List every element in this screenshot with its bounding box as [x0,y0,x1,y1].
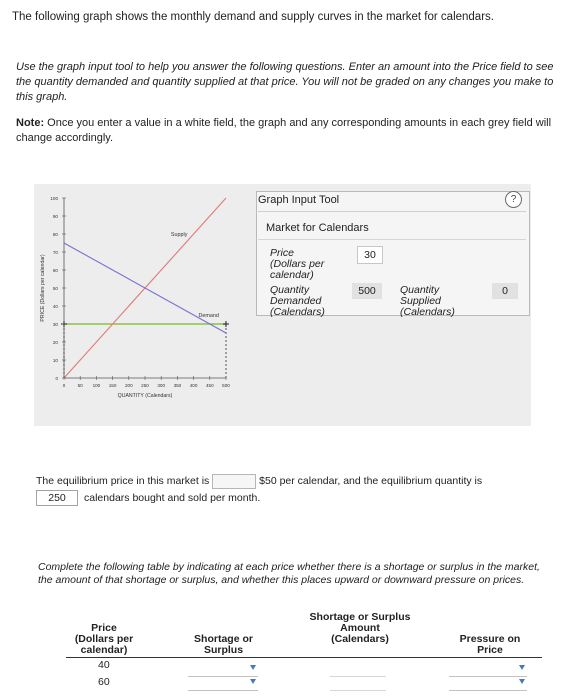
price-label-line: calendar) [270,269,314,281]
y-tick-label: 20 [53,340,59,345]
tool-divider [258,239,526,240]
qd-label-line: (Calendars) [270,306,325,318]
y-tick-label: 10 [53,358,59,363]
y-axis-label: PRICE (Dollars per calendar) [40,254,46,321]
col-header-line: Surplus [203,644,244,656]
y-tick-label: 50 [53,286,59,291]
demand-curve [63,242,227,334]
x-tick-label: 450 [206,383,214,388]
x-tick-label: 100 [93,383,101,388]
equilibrium-text-1: The equilibrium price in this market is [36,475,210,487]
supply-demand-chart[interactable]: 0 10 20 30 40 50 60 70 80 90 100 0 50 100 150 200 250 300… [36,188,241,413]
x-tick-label: 500 [222,383,230,388]
col-header-line: Price [477,644,503,656]
col-header-price: Price (Dollars per calendar) [66,623,142,656]
chevron-down-icon [519,679,525,684]
col-header-line: calendar) [80,644,128,656]
x-axis-label: QUANTITY (Calendars) [118,393,173,399]
x-tick-label: 50 [78,383,84,388]
shortage-surplus-dropdown-60[interactable] [188,674,258,691]
y-tick-label: 90 [53,214,59,219]
price-input[interactable]: 30 [357,246,383,264]
supply-label: Supply [171,232,188,238]
x-tick-label: 0 [63,383,66,388]
equilibrium-question: The equilibrium price in this market is … [36,473,526,507]
intro-text: The following graph shows the monthly de… [12,11,494,23]
col-header-shortage: Shortage or Surplus [186,634,261,656]
amount-field-40 [330,676,386,677]
market-title: Market for Calendars [266,222,369,234]
equilibrium-text-3: calendars bought and sold per month. [84,492,261,504]
x-tick-label: 400 [190,383,198,388]
chevron-down-icon [250,679,256,684]
y-tick-label: 80 [53,232,59,237]
graph-input-tool-title: Graph Input Tool [258,194,340,206]
row-price-60: 60 [98,676,110,688]
instructions-text: Use the graph input tool to help you ans… [16,61,554,103]
y-tick-label: 100 [50,196,58,201]
note-body: Once you enter a value in a white field,… [16,117,552,144]
quantity-demanded-label: Quantity Demanded (Calendars) [270,285,325,318]
price-label: Price (Dollars per calendar) [270,248,324,281]
quantity-supplied-label: Quantity Supplied (Calendars) [400,285,455,318]
quantity-supplied-value: 0 [492,283,518,299]
equilibrium-quantity-input[interactable]: 250 [36,490,78,507]
y-tick-label: 40 [53,304,59,309]
y-tick-label: 70 [53,250,59,255]
pressure-dropdown-60[interactable] [449,674,527,691]
y-tick-label: 0 [55,376,58,381]
x-tick-label: 350 [174,383,182,388]
col-header-line: (Calendars) [331,633,389,645]
x-tick-label: 150 [109,383,117,388]
equilibrium-price-dropdown[interactable] [212,473,257,489]
quantity-demanded-value: 500 [352,283,382,299]
chevron-down-icon [519,665,525,670]
complete-table-instructions: Complete the following table by indicati… [38,561,540,586]
x-tick-label: 250 [141,383,149,388]
note-text: Note: Once you enter a value in a white … [16,116,561,146]
help-icon[interactable]: ? [505,191,522,208]
y-tick-label: 30 [53,322,59,327]
qs-label-line: (Calendars) [400,306,455,318]
row-price-40: 40 [98,659,110,671]
x-tick-label: 200 [125,383,133,388]
amount-field-60 [330,690,386,691]
note-label: Note: [16,117,45,129]
tool-divider [258,211,526,212]
y-tick-label: 60 [53,268,59,273]
chevron-down-icon [250,665,256,670]
equilibrium-text-2: $50 per calendar, and the equilibrium qu… [259,475,483,487]
x-tick-label: 300 [157,383,165,388]
col-header-pressure: Pressure on Price [450,634,530,656]
demand-label: Demand [198,313,218,319]
table-header-rule [66,657,542,658]
col-header-amount: Shortage or Surplus Amount (Calendars) [298,612,422,645]
